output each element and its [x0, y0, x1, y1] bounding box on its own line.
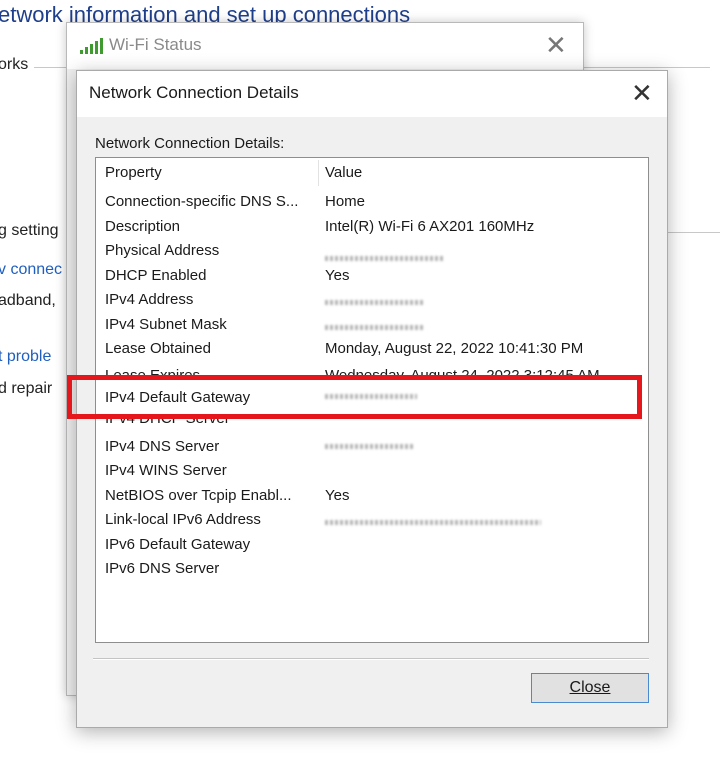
table-row[interactable]: Physical Address: [96, 239, 648, 263]
table-row[interactable]: IPv6 Default Gateway: [96, 533, 648, 557]
side-link-connection[interactable]: v connec: [0, 261, 62, 279]
side-text-repair: d repair: [0, 380, 53, 397]
highlight-annotation-box: [67, 375, 642, 419]
row-value: Monday, August 22, 2022 10:41:30 PM: [325, 340, 584, 357]
row-property: DHCP Enabled: [105, 267, 207, 284]
row-property: IPv6 Default Gateway: [105, 536, 251, 553]
table-row[interactable]: NetBIOS over Tcpip Enabl... Yes: [96, 484, 648, 508]
obscured-value: [325, 444, 413, 449]
row-value: Home: [325, 193, 366, 210]
row-value: Intel(R) Wi-Fi 6 AX201 160MHz: [325, 218, 535, 235]
table-row[interactable]: Description Intel(R) Wi-Fi 6 AX201 160MH…: [96, 215, 648, 239]
row-property: Description: [105, 218, 181, 235]
obscured-value: [325, 256, 445, 261]
row-property: Connection-specific DNS S...: [105, 193, 299, 210]
row-property: IPv6 DNS Server: [105, 560, 220, 577]
row-value: Yes: [325, 267, 350, 284]
table-row[interactable]: IPv4 DNS Server: [96, 435, 648, 459]
dialog-titlebar: Network Connection Details ✕: [77, 71, 667, 117]
table-row[interactable]: Lease Obtained Monday, August 22, 2022 1…: [96, 337, 648, 361]
row-property: Physical Address: [105, 242, 220, 259]
column-header-property[interactable]: Property: [105, 164, 162, 181]
list-header: Property Value: [96, 158, 648, 188]
column-divider[interactable]: [318, 160, 319, 186]
row-property: NetBIOS over Tcpip Enabl...: [105, 487, 292, 504]
row-value: Yes: [325, 487, 350, 504]
dialog-title: Network Connection Details: [89, 83, 299, 102]
side-text-broadband: adband,: [0, 292, 56, 309]
side-text-settings: g setting: [0, 222, 59, 239]
table-row[interactable]: IPv6 DNS Server: [96, 557, 648, 581]
details-list-label: Network Connection Details:: [95, 135, 285, 152]
table-row[interactable]: IPv4 WINS Server: [96, 459, 648, 483]
column-header-value[interactable]: Value: [325, 164, 362, 181]
obscured-value: [325, 325, 423, 330]
obscured-value: [325, 520, 541, 525]
table-row[interactable]: IPv4 Subnet Mask: [96, 313, 648, 337]
table-row[interactable]: IPv4 Address: [96, 288, 648, 312]
obscured-value: [325, 300, 423, 305]
row-property: IPv4 Subnet Mask: [105, 316, 227, 333]
table-row[interactable]: DHCP Enabled Yes: [96, 264, 648, 288]
row-property: Link-local IPv6 Address: [105, 511, 261, 528]
section-divider: [34, 67, 70, 68]
row-property: IPv4 Address: [105, 291, 194, 308]
dialog-separator: [93, 658, 649, 659]
row-property: IPv4 DNS Server: [105, 438, 220, 455]
side-link-troubleshoot[interactable]: t proble: [0, 348, 51, 366]
wifi-status-close-icon[interactable]: ✕: [545, 33, 567, 59]
dialog-close-icon[interactable]: ✕: [631, 81, 653, 107]
section-divider-right: [582, 67, 710, 68]
side-text-networks: orks: [0, 56, 29, 73]
table-row[interactable]: Connection-specific DNS S... Home: [96, 190, 648, 214]
section-divider-right-lower: [666, 232, 720, 233]
wifi-signal-icon: [80, 38, 103, 54]
wifi-status-titlebar: Wi-Fi Status ✕: [67, 23, 583, 69]
wifi-status-title: Wi-Fi Status: [109, 35, 202, 54]
close-button[interactable]: Close: [531, 673, 649, 703]
row-property: Lease Obtained: [105, 340, 211, 357]
row-property: IPv4 WINS Server: [105, 462, 227, 479]
close-button-label: Close: [569, 679, 611, 696]
table-row[interactable]: Link-local IPv6 Address: [96, 508, 648, 532]
